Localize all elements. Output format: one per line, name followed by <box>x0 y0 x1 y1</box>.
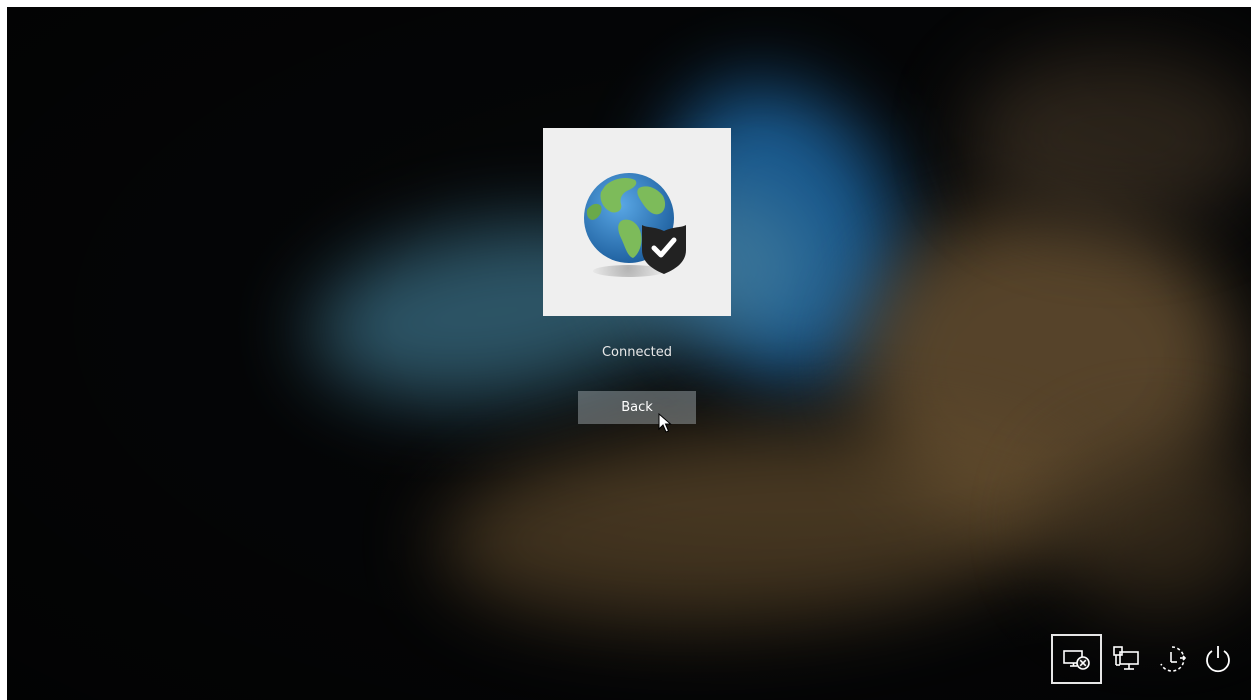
accessibility-button[interactable] <box>1149 634 1195 684</box>
power-button[interactable] <box>1195 634 1241 684</box>
network-button[interactable] <box>1103 634 1149 684</box>
globe-shield-check-icon <box>584 173 686 277</box>
connection-status: Connected <box>601 345 672 360</box>
power-icon <box>1206 646 1230 673</box>
back-button[interactable]: Back <box>578 391 696 424</box>
network-icon <box>1113 646 1139 670</box>
network-disconnect-button[interactable] <box>1051 634 1102 684</box>
network-disconnect-icon <box>1062 650 1090 670</box>
accessibility-icon <box>1160 646 1187 672</box>
mouse-cursor-icon <box>658 413 672 433</box>
lock-screen: Connected Back <box>7 7 1251 700</box>
network-status-tile <box>543 128 731 316</box>
